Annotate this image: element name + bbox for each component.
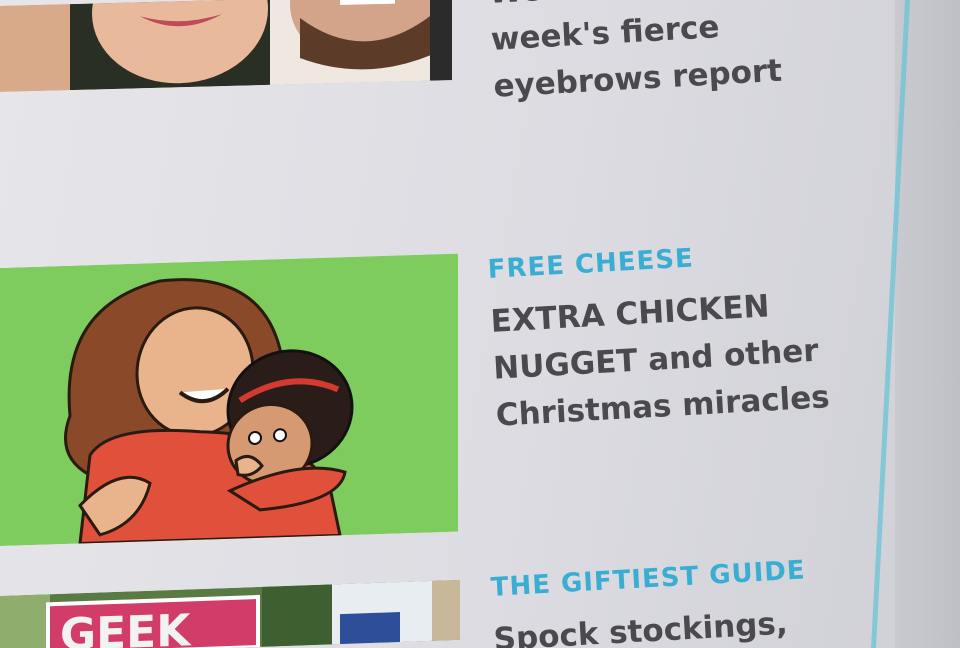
article-headline-2[interactable]: EXTRA CHICKEN NUGGET and other Christmas… [489, 280, 831, 439]
article-text-2: FREE CHEESE EXTRA CHICKEN NUGGET and oth… [487, 236, 831, 439]
article-text-1: Welcome to this week's fierce eyebrows r… [487, 0, 783, 111]
article-category-3[interactable]: THE GIFTIEST GUIDE [490, 555, 806, 603]
article-text-3: THE GIFTIEST GUIDE Spock stockings, [490, 555, 810, 648]
geek-gift-photo-icon: GEEK [0, 579, 460, 648]
faces-photo-icon [0, 0, 452, 92]
article-thumbnail-2[interactable] [0, 253, 458, 546]
article-headline-1[interactable]: Welcome to this week's fierce eyebrows r… [487, 0, 783, 111]
geek-label: GEEK [60, 605, 192, 648]
article-headline-3[interactable]: Spock stockings, [492, 599, 809, 648]
headline-line[interactable]: Spock stockings, [492, 599, 809, 648]
monitor-screen: Welcome to this week's fierce eyebrows r… [0, 0, 960, 648]
article-thumbnail-3[interactable]: GEEK [0, 579, 460, 648]
article-category-2[interactable]: FREE CHEESE [487, 236, 822, 284]
article-feed: Welcome to this week's fierce eyebrows r… [0, 0, 888, 648]
cartoon-mother-hugging-child-icon [0, 253, 458, 546]
article-thumbnail-1[interactable] [0, 0, 452, 92]
